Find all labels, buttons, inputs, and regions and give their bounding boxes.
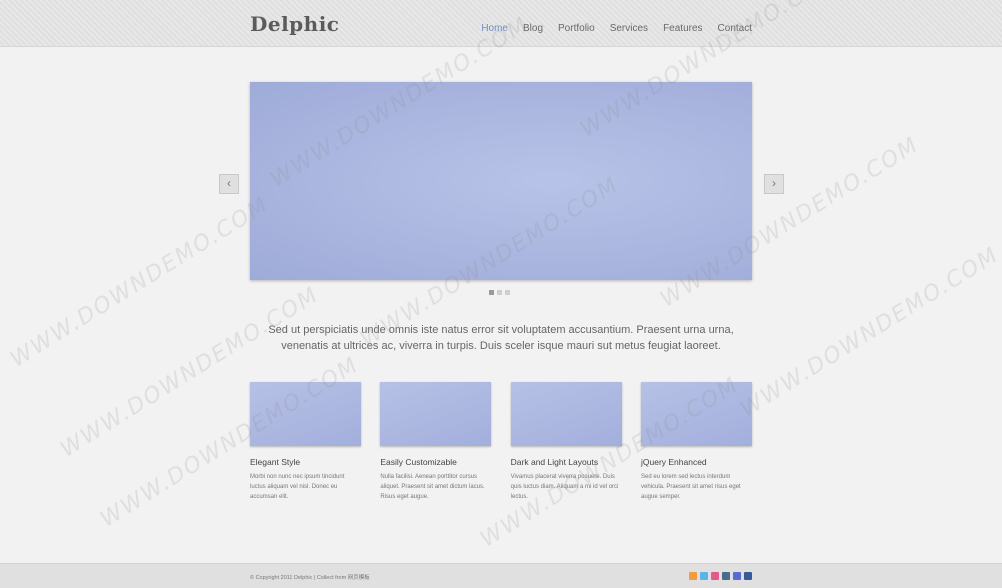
feature-elegant-style: Elegant Style Morbi non nunc nec ipsum t… — [250, 382, 361, 502]
facebook-icon[interactable] — [744, 572, 752, 580]
feature-description: Nulla facilisi. Aenean porttitor cursus … — [380, 474, 485, 500]
tumblr-icon[interactable] — [722, 572, 730, 580]
feature-jquery-enhanced: jQuery Enhanced Sed eu lorem sed lectus … — [640, 382, 752, 502]
intro-text: Sed ut perspiciatis unde omnis iste natu… — [268, 324, 734, 352]
slider-pagination — [489, 290, 510, 295]
feature-thumbnail[interactable] — [250, 382, 361, 446]
hero-slider-image — [250, 82, 752, 280]
slider-dot-2[interactable] — [497, 290, 502, 295]
feature-thumbnail[interactable] — [640, 382, 752, 446]
delicious-icon[interactable] — [733, 572, 741, 580]
feature-title: Easily Customizable — [380, 457, 457, 467]
site-logo[interactable]: Delphic — [250, 12, 339, 36]
social-icons — [689, 572, 752, 580]
copyright-text: © Copyright 2011 Delphic | Collect from … — [250, 575, 370, 581]
nav-services[interactable]: Services — [610, 23, 648, 34]
feature-description: Vivamus placerat viverra posuere. Duis q… — [510, 474, 619, 500]
main-nav: Home Blog Portfolio Services Features Co… — [481, 23, 752, 34]
watermark-text: WWW.DOWNDEMO.COM — [736, 242, 1002, 423]
site-header: Delphic Home Blog Portfolio Services Fea… — [0, 0, 1002, 47]
nav-features[interactable]: Features — [663, 23, 702, 34]
nav-portfolio[interactable]: Portfolio — [558, 23, 595, 34]
slider-dot-3[interactable] — [505, 290, 510, 295]
slider-next-arrow-icon[interactable]: › — [764, 174, 784, 194]
nav-home[interactable]: Home — [481, 23, 508, 34]
feature-title: Dark and Light Layouts — [510, 457, 599, 467]
flickr-icon[interactable] — [711, 572, 719, 580]
feature-title: Elegant Style — [250, 457, 301, 467]
watermark-text: WWW.DOWNDEMO.COM — [6, 192, 274, 373]
feature-description: Sed eu lorem sed lectus interdum vehicul… — [640, 474, 741, 500]
feature-thumbnail[interactable] — [380, 382, 492, 446]
feature-title: jQuery Enhanced — [640, 457, 707, 467]
slider-dot-1[interactable] — [489, 290, 494, 295]
feature-thumbnail[interactable] — [510, 382, 622, 446]
feature-dark-light-layouts: Dark and Light Layouts Vivamus placerat … — [510, 382, 622, 502]
twitter-icon[interactable] — [700, 572, 708, 580]
nav-blog[interactable]: Blog — [523, 23, 543, 34]
feature-easily-customizable: Easily Customizable Nulla facilisi. Aene… — [380, 382, 492, 502]
features-grid: Elegant Style Morbi non nunc nec ipsum t… — [250, 382, 752, 502]
feature-description: Morbi non nunc nec ipsum tincidunt luctu… — [250, 474, 345, 500]
slider-prev-arrow-icon[interactable]: ‹ — [219, 174, 239, 194]
nav-contact[interactable]: Contact — [718, 23, 752, 34]
site-footer: © Copyright 2011 Delphic | Collect from … — [0, 563, 1002, 588]
rss-icon[interactable] — [689, 572, 697, 580]
